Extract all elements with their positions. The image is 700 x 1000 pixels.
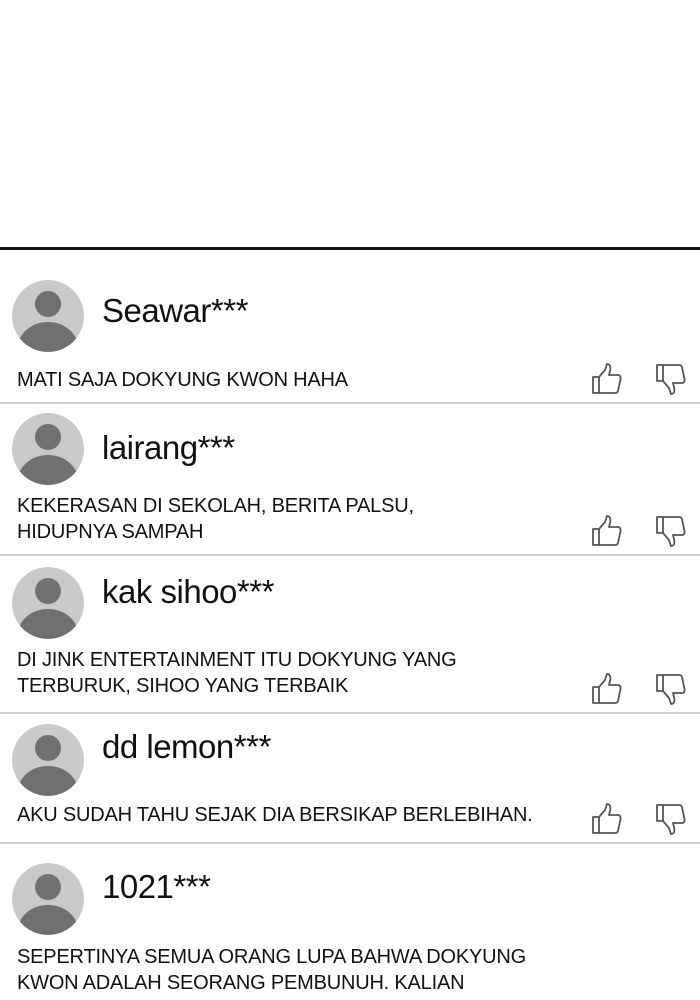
thumbs-up-icon (592, 363, 622, 394)
user-silhouette-icon (16, 291, 80, 352)
comment-item: Seawar*** MATI SAJA DOKYUNG KWON HAHA (0, 250, 700, 404)
dislike-button[interactable] (654, 672, 688, 706)
user-silhouette-icon (16, 735, 80, 796)
comment-item: 1021*** SEPERTINYA SEMUA ORANG LUPA BAHW… (0, 844, 700, 1000)
like-button[interactable] (590, 802, 624, 836)
comment-username: lairang*** (102, 429, 235, 466)
thumbs-down-icon (656, 674, 686, 705)
avatar (12, 863, 84, 935)
dislike-button[interactable] (654, 362, 688, 396)
comment-text: SEPERTINYA SEMUA ORANG LUPA BAHWA DOKYUN… (17, 946, 526, 994)
like-button[interactable] (590, 514, 624, 548)
comment-username: dd lemon*** (102, 728, 271, 765)
dislike-button[interactable] (654, 802, 688, 836)
comment-item: lairang*** KEKERASAN DI SEKOLAH, BERITA … (0, 404, 700, 556)
like-button[interactable] (590, 362, 624, 396)
comment-item: dd lemon*** AKU SUDAH TAHU SEJAK DIA BER… (0, 714, 700, 844)
comment-username: 1021*** (102, 868, 211, 905)
avatar (12, 280, 84, 352)
thumbs-down-icon (656, 516, 686, 547)
thumbs-down-icon (656, 364, 686, 395)
comment-text: AKU SUDAH TAHU SEJAK DIA BERSIKAP BERLEB… (17, 804, 533, 826)
thumbs-up-icon (592, 803, 622, 834)
user-silhouette-icon (16, 424, 80, 485)
thumbs-up-icon (592, 515, 622, 546)
thumbs-up-icon (592, 673, 622, 704)
comment-username: kak sihoo*** (102, 573, 274, 610)
comment-item: kak sihoo*** DI JINK ENTERTAINMENT ITU D… (0, 556, 700, 714)
dislike-button[interactable] (654, 514, 688, 548)
comment-text: KEKERASAN DI SEKOLAH, BERITA PALSU, HIDU… (17, 495, 414, 543)
avatar (12, 413, 84, 485)
blank-panel (0, 0, 700, 247)
comment-username: Seawar*** (102, 292, 248, 329)
comment-text: MATI SAJA DOKYUNG KWON HAHA (17, 369, 348, 391)
avatar (12, 724, 84, 796)
like-button[interactable] (590, 672, 624, 706)
thumbs-down-icon (656, 804, 686, 835)
user-silhouette-icon (16, 874, 80, 935)
user-silhouette-icon (16, 578, 80, 639)
comment-text: DI JINK ENTERTAINMENT ITU DOKYUNG YANG T… (17, 649, 457, 697)
avatar (12, 567, 84, 639)
